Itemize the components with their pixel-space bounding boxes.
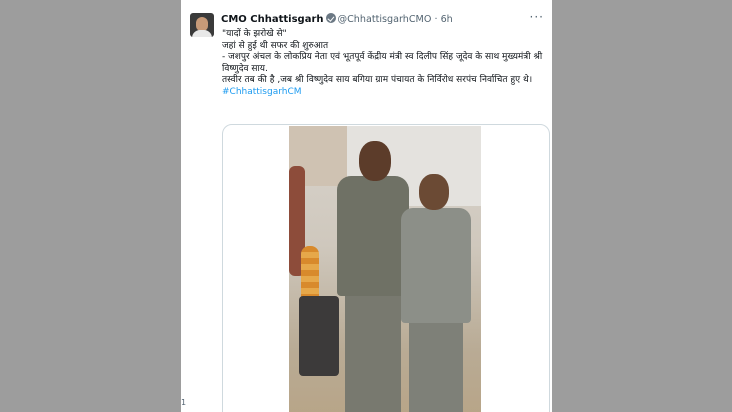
tweet-time[interactable]: 6h <box>441 14 453 25</box>
tweet-line: - जशपुर अंचल के लोकप्रिय नेता एवं भूतपूर… <box>222 52 543 74</box>
photo-man-left-legs <box>345 291 401 412</box>
photo-man-right-body <box>401 208 471 323</box>
photo-man-right-head <box>419 174 449 210</box>
photo-man-left-head <box>359 141 391 181</box>
tweet-header: CMO Chhattisgarh @ChhattisgarhCMO · 6h <box>221 13 453 27</box>
media-container[interactable] <box>222 124 550 412</box>
photo-man-left-body <box>337 176 409 296</box>
tweet-card: CMO Chhattisgarh @ChhattisgarhCMO · 6h ··… <box>181 0 552 412</box>
author-avatar[interactable] <box>190 13 214 37</box>
photo-man-right-legs <box>409 318 463 412</box>
more-options-icon[interactable]: ··· <box>530 10 544 24</box>
avatar-face <box>196 17 208 31</box>
tweet-text: "यादों के झरोखे से" जहां से हुई थी सफर क… <box>222 29 547 99</box>
avatar-shirt <box>192 30 212 37</box>
tweet-line: जहां से हुई थी सफर की शुरुआत <box>222 40 329 51</box>
tweet-line: "यादों के झरोखे से" <box>222 29 287 39</box>
header-separator: · <box>434 14 438 25</box>
corner-text: 1 <box>181 398 187 407</box>
tweet-line: तस्वीर तब की है ,जब श्री विष्णुदेव साय ब… <box>222 75 533 86</box>
photo-vehicle <box>299 296 339 376</box>
hashtag-link[interactable]: #ChhattisgarhCM <box>222 87 547 99</box>
verified-badge-icon <box>325 13 336 23</box>
tweet-photo[interactable] <box>289 126 481 412</box>
author-name[interactable]: CMO Chhattisgarh <box>221 14 324 25</box>
author-handle[interactable]: @ChhattisgarhCMO <box>338 14 432 25</box>
